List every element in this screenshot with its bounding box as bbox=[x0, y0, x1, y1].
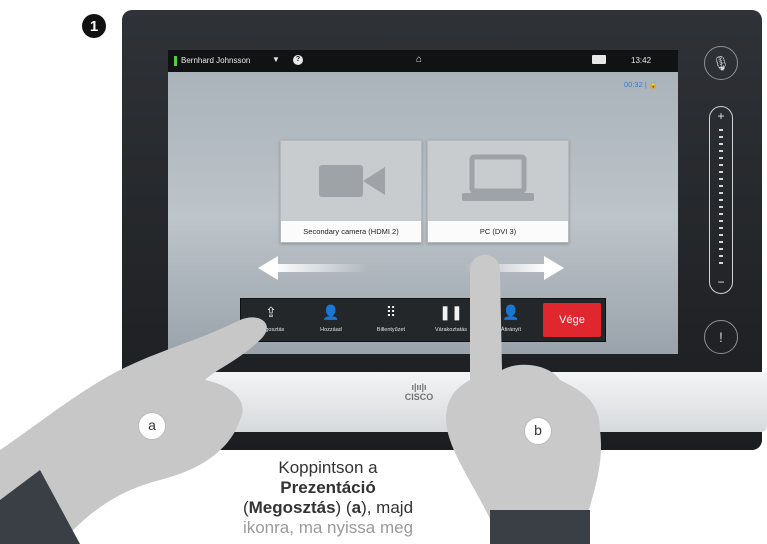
tile-artwork bbox=[428, 141, 568, 221]
caption-faded-line: ikonra, ma nyissa meg bbox=[242, 518, 414, 537]
call-duration-value: 00:32 bbox=[624, 80, 643, 89]
right-hand-illustration bbox=[446, 255, 601, 544]
step-number: 1 bbox=[89, 17, 99, 35]
tile-label: Secondary camera (HDMI 2) bbox=[281, 221, 421, 242]
add-label: Hozzáad bbox=[320, 327, 342, 333]
clock: 13:42 bbox=[631, 56, 652, 65]
keypad-button[interactable]: ⠿ Billentyűzet bbox=[361, 299, 421, 341]
volume-up-icon[interactable]: + bbox=[710, 109, 732, 123]
help-icon[interactable]: ? bbox=[293, 55, 303, 65]
add-participant-button[interactable]: 👤 Hozzáad bbox=[301, 299, 361, 341]
exclamation-icon: ! bbox=[719, 329, 723, 345]
mute-microphone-button[interactable]: 🎙 bbox=[704, 46, 738, 80]
user-name[interactable]: Bernhard Johnsson bbox=[181, 56, 250, 65]
alert-button[interactable]: ! bbox=[704, 320, 738, 354]
presence-indicator bbox=[174, 56, 177, 66]
tile-artwork bbox=[281, 141, 421, 221]
caption-presentation: Prezentáció bbox=[280, 478, 376, 497]
marker-a: a bbox=[138, 412, 166, 440]
add-participant-icon: 👤 bbox=[322, 304, 340, 320]
call-duration: 00:32 | 🔒 bbox=[624, 80, 659, 89]
marker-b: b bbox=[524, 417, 552, 445]
tile-label: PC (DVI 3) bbox=[428, 221, 568, 242]
keypad-icon: ⠿ bbox=[385, 304, 397, 320]
caption-a: a bbox=[351, 498, 362, 517]
keypad-label: Billentyűzet bbox=[376, 327, 406, 333]
volume-down-icon[interactable]: − bbox=[710, 275, 732, 289]
caption-share: Megosztás bbox=[248, 498, 336, 517]
selfview-camera-icon[interactable] bbox=[592, 55, 606, 64]
laptop-icon bbox=[462, 154, 534, 201]
caption-suffix: ), majd bbox=[361, 498, 414, 517]
caption-mid: ) ( bbox=[335, 498, 352, 517]
source-tile-pc[interactable]: PC (DVI 3) bbox=[427, 140, 569, 243]
volume-level-ticks bbox=[719, 129, 723, 269]
video-camera-icon bbox=[319, 165, 385, 197]
top-bar: Bernhard Johnsson ▼ ? ⌂ 13:42 bbox=[168, 50, 678, 72]
step-number-badge: 1 bbox=[82, 14, 106, 38]
lock-icon: 🔒 bbox=[648, 80, 659, 89]
source-tile-secondary-camera[interactable]: Secondary camera (HDMI 2) bbox=[280, 140, 422, 243]
instruction-caption: Koppintson a Prezentáció (Megosztás) (a)… bbox=[208, 458, 448, 538]
caption-line-1: Koppintson a bbox=[278, 458, 378, 477]
microphone-off-icon: 🎙 bbox=[712, 55, 730, 71]
chevron-down-icon[interactable]: ▼ bbox=[272, 55, 280, 64]
volume-control[interactable]: + − bbox=[709, 106, 733, 294]
home-icon[interactable]: ⌂ bbox=[416, 54, 422, 65]
swipe-left-arrow-icon bbox=[258, 256, 368, 280]
